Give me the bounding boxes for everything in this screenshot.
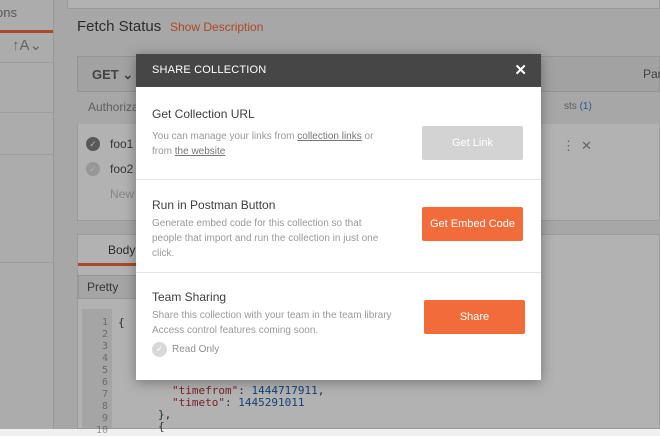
section-title: Team Sharing xyxy=(152,290,227,304)
section-description: You can manage your links from collectio… xyxy=(152,129,392,159)
modal-title: SHARE COLLECTION xyxy=(152,64,267,76)
section-run-in-postman: Run in Postman Button Generate embed cod… xyxy=(136,180,541,273)
share-button[interactable]: Share xyxy=(424,300,525,334)
desc-text: You can manage your links from xyxy=(152,131,298,142)
section-title: Get Collection URL xyxy=(152,107,255,121)
website-link[interactable]: the website xyxy=(175,146,226,157)
desc-line: Access control features coming soon. xyxy=(152,325,319,336)
modal-header: SHARE COLLECTION ✕ xyxy=(136,54,541,87)
section-title: Run in Postman Button xyxy=(152,198,276,212)
read-only-toggle[interactable]: ✓ Read Only xyxy=(152,342,219,357)
desc-line: Share this collection with your team in … xyxy=(152,310,392,321)
section-collection-url: Get Collection URL You can manage your l… xyxy=(136,87,541,180)
collection-links-link[interactable]: collection links xyxy=(297,131,361,142)
share-collection-modal: SHARE COLLECTION ✕ Get Collection URL Yo… xyxy=(136,54,541,380)
section-description: Share this collection with your team in … xyxy=(152,308,412,338)
get-embed-code-button[interactable]: Get Embed Code xyxy=(422,207,523,241)
get-link-button[interactable]: Get Link xyxy=(422,126,523,160)
read-only-label: Read Only xyxy=(172,344,220,355)
close-icon[interactable]: ✕ xyxy=(514,61,527,79)
checkmark-icon: ✓ xyxy=(152,342,167,357)
section-team-sharing: Team Sharing Share this collection with … xyxy=(136,273,541,380)
section-description: Generate embed code for this collection … xyxy=(152,218,379,259)
